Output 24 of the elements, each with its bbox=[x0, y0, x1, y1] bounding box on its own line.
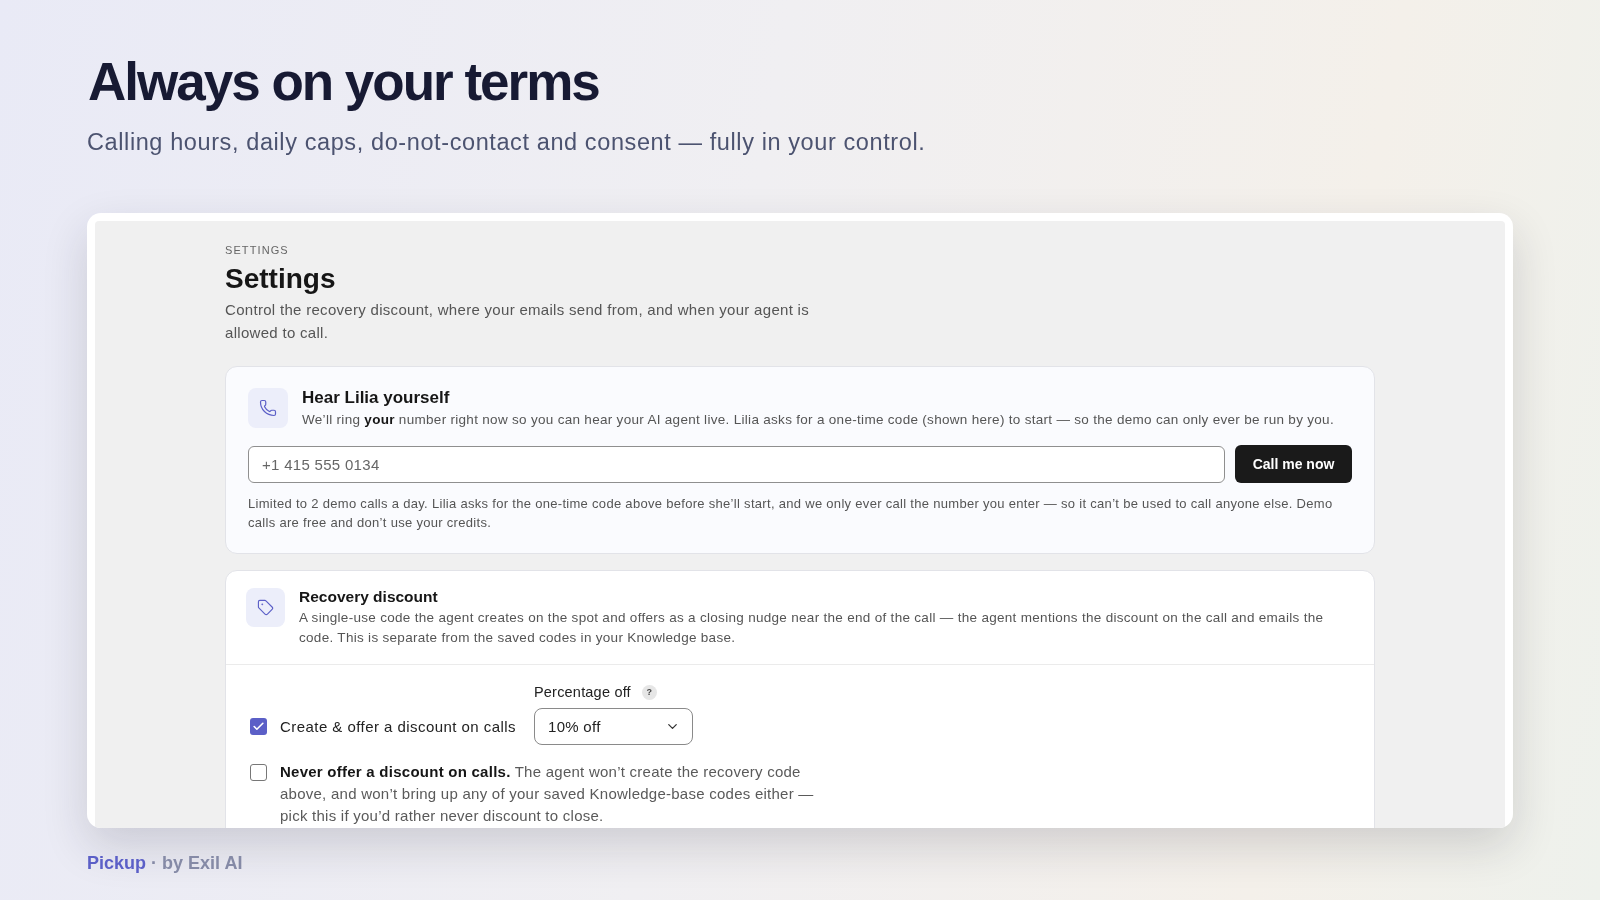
brand-name: Pickup bbox=[87, 852, 147, 874]
section-eyebrow: SETTINGS bbox=[225, 243, 289, 257]
call-me-now-button[interactable]: Call me now bbox=[1235, 445, 1352, 483]
card-description: A single-use code the agent creates on the spot and offers as a closing nudge near the end of the call — the agent mentions the discount on the call and emails the code. This is separate from the saved codes in your Knowledge base. bbox=[299, 609, 1325, 647]
tag-icon bbox=[246, 588, 285, 627]
option-label: Create & offer a discount on calls bbox=[280, 716, 516, 737]
card-description: We’ll ring your number right now so you can hear your AI agent live. Lilia asks for a one-time code (shown here) to start — so the demo can only ever be run by you. bbox=[302, 411, 1334, 429]
option-label: Never offer a discount on calls. The agent won’t create the recovery code above, and won’t bring up any of your saved Knowledge-base codes either — pick this if you’d rather never discount to close. bbox=[280, 762, 815, 826]
page-heading: Always on your terms bbox=[87, 53, 599, 111]
help-button[interactable]: ? bbox=[641, 684, 657, 700]
demo-note: Limited to 2 demo calls a day. Lilia asks for the one-time code above before she’ll start, and we only ever call the number you enter — so it can’t be used to call anyone else. Demo calls are free and don’t use your credits. bbox=[248, 495, 1334, 532]
percentage-select[interactable]: 10% off bbox=[534, 708, 693, 745]
settings-title: Settings bbox=[225, 262, 336, 296]
card-title: Recovery discount bbox=[299, 587, 438, 607]
field-label: Percentage off bbox=[534, 683, 631, 701]
footer-byline: · by Exil AI bbox=[151, 852, 243, 874]
card-title: Hear Lilia yourself bbox=[302, 387, 450, 409]
page-subtitle: Calling hours, daily caps, do-not-contact and consent — fully in your control. bbox=[87, 128, 926, 157]
phone-input[interactable]: +1 415 555 0134 bbox=[248, 445, 1225, 483]
phone-icon bbox=[248, 388, 288, 428]
checkbox[interactable] bbox=[250, 718, 267, 735]
checkmark-icon bbox=[252, 720, 265, 733]
checkbox[interactable] bbox=[250, 764, 267, 781]
settings-description: Control the recovery discount, where your emails send from, and when your agent is allowed to call. bbox=[225, 300, 811, 343]
